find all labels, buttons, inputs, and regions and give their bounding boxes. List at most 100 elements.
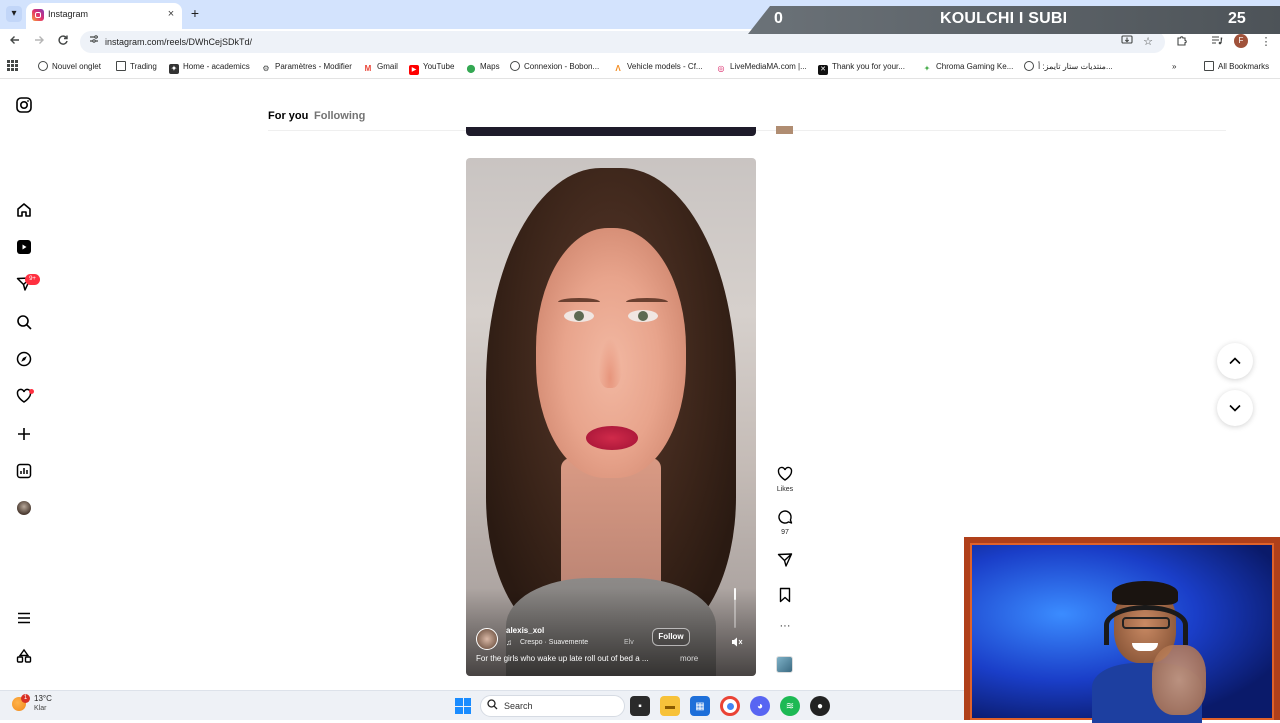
reel-progress-bar[interactable] <box>734 588 736 628</box>
streamer-smile <box>1132 643 1158 651</box>
search-icon[interactable] <box>14 312 34 332</box>
new-tab-button[interactable]: + <box>188 5 202 21</box>
bookmark-item[interactable]: ✦ Chroma Gaming Ke... <box>922 60 1014 74</box>
reel-progress-fill <box>734 588 736 600</box>
bookmark-item[interactable]: Nouvel onglet <box>38 60 101 74</box>
bookmark-label: LiveMediaMA.com |... <box>730 62 807 71</box>
bookmark-item[interactable]: ✦ Home - academics <box>169 60 250 74</box>
score-left: 0 <box>774 10 783 27</box>
bookmark-item[interactable]: Λ Vehicle models - Cf... <box>613 60 702 74</box>
discord-icon[interactable]: ◕ <box>750 696 770 716</box>
bookmark-item[interactable]: منتديات ستار تايمز: أ... <box>1024 60 1113 74</box>
install-app-icon[interactable] <box>1119 34 1135 50</box>
bookmark-star-icon[interactable]: ☆ <box>1140 34 1156 50</box>
more-options-icon[interactable]: ··· <box>774 620 796 632</box>
reel-subject-lips <box>586 426 638 450</box>
address-bar[interactable]: instagram.com/reels/DWhCejSDkTd/ <box>80 31 1165 53</box>
also-from-meta-icon[interactable] <box>14 646 34 666</box>
likes-label: Likes <box>776 486 794 493</box>
bookmark-item[interactable]: ▶ YouTube <box>409 60 455 75</box>
all-bookmarks-label: All Bookmarks <box>1218 62 1270 71</box>
weather-description: Klar <box>34 705 47 712</box>
windows-start-icon[interactable] <box>455 698 471 714</box>
bookmark-item[interactable]: ◎ LiveMediaMA.com |... <box>716 60 807 74</box>
score-title: KOULCHI I SUBI <box>940 10 1068 27</box>
save-button[interactable] <box>774 587 796 608</box>
profile-avatar[interactable]: F <box>1234 34 1248 48</box>
bookmark-label: Maps <box>480 62 500 71</box>
youtube-icon: ▶ <box>409 65 419 75</box>
bookmark-label: Trading <box>130 62 157 71</box>
bookmark-item[interactable]: ✕ Thank you for your... <box>818 60 905 75</box>
follow-button[interactable]: Follow <box>652 628 690 646</box>
bookmark-label: YouTube <box>423 62 455 71</box>
profile-avatar[interactable] <box>17 501 31 515</box>
extensions-icon[interactable] <box>1174 34 1190 50</box>
all-bookmarks-folder[interactable]: All Bookmarks <box>1204 60 1269 74</box>
music-note-icon: ♫ <box>506 638 512 647</box>
bookmark-item[interactable]: ⬤ Maps <box>466 60 500 74</box>
app-icon[interactable]: ● <box>810 696 830 716</box>
tab-following[interactable]: Following <box>314 110 365 122</box>
audio-thumbnail[interactable] <box>776 656 793 673</box>
task-view-icon[interactable]: ▪ <box>630 696 650 716</box>
reload-icon[interactable] <box>55 34 71 50</box>
bookmark-item[interactable]: M Gmail <box>363 60 398 74</box>
bookmark-icon <box>779 587 791 603</box>
home-icon[interactable] <box>14 200 34 220</box>
site-icon: ✦ <box>169 64 179 74</box>
microsoft-store-icon[interactable]: ▦ <box>690 696 710 716</box>
bookmarks-overflow-icon[interactable]: » <box>1172 60 1176 74</box>
chrome-menu-icon[interactable]: ⋮ <box>1258 34 1274 50</box>
bookmark-folder[interactable]: Trading <box>116 60 157 74</box>
tab-close-icon[interactable]: × <box>164 7 178 21</box>
folder-icon <box>116 61 126 71</box>
instagram-logo-icon[interactable] <box>14 95 34 115</box>
bookmark-item[interactable]: ⚙ Paramètres - Modifier <box>261 60 352 74</box>
chrome-icon[interactable] <box>720 696 740 716</box>
music-track[interactable]: Crespo · Suavemente <box>520 639 588 646</box>
site-info-icon[interactable] <box>86 34 102 50</box>
weather-temperature[interactable]: 13°C <box>34 694 52 703</box>
create-plus-icon[interactable] <box>14 424 34 444</box>
tab-search-chevron-icon[interactable]: ▾ <box>6 6 22 22</box>
like-button[interactable]: Likes <box>774 466 796 493</box>
explore-compass-icon[interactable] <box>14 349 34 369</box>
previous-reel-button[interactable] <box>1217 343 1253 379</box>
forward-arrow-icon[interactable] <box>31 34 47 50</box>
share-button[interactable] <box>774 552 796 573</box>
bookmark-label: Chroma Gaming Ke... <box>936 62 1014 71</box>
browser-tab-instagram[interactable]: Instagram × <box>26 3 182 29</box>
reels-icon[interactable] <box>14 237 34 257</box>
media-controls-icon[interactable] <box>1209 34 1225 50</box>
taskbar-search-placeholder: Search <box>504 701 533 711</box>
caption-more-link[interactable]: more <box>680 654 698 663</box>
bookmark-label: Connexion - Bobon... <box>524 62 600 71</box>
apps-grid-icon[interactable] <box>7 60 18 74</box>
streamer <box>1092 581 1206 723</box>
webcam-feed <box>970 543 1274 723</box>
taskbar-search-box[interactable]: Search <box>480 695 625 717</box>
streamer-hand <box>1152 645 1206 715</box>
dashboard-icon[interactable] <box>14 461 34 481</box>
back-arrow-icon[interactable] <box>7 34 23 50</box>
globe-icon <box>1024 61 1034 71</box>
mute-speaker-icon[interactable] <box>730 636 744 650</box>
comments-count: 97 <box>781 529 789 536</box>
tab-for-you[interactable]: For you <box>268 110 308 122</box>
more-menu-icon[interactable] <box>14 608 34 628</box>
comment-button[interactable]: 97 <box>774 509 796 536</box>
author-avatar[interactable] <box>476 628 498 650</box>
share-paper-plane-icon <box>777 553 793 567</box>
heart-icon <box>777 466 793 481</box>
file-explorer-icon[interactable]: ▬ <box>660 696 680 716</box>
url-text: instagram.com/reels/DWhCejSDkTd/ <box>105 37 253 47</box>
bookmark-item[interactable]: Connexion - Bobon... <box>510 60 599 74</box>
next-reel-button[interactable] <box>1217 390 1253 426</box>
previous-reel-audio-thumbnail <box>776 126 793 134</box>
author-username[interactable]: alexis_xol <box>506 626 544 635</box>
site-icon: ◎ <box>717 64 725 73</box>
gear-icon: ⚙ <box>262 64 270 73</box>
spotify-icon[interactable]: ≋ <box>780 696 800 716</box>
reel-video[interactable]: alexis_xol ♫ Crespo · Suavemente Elv Fol… <box>466 158 756 676</box>
